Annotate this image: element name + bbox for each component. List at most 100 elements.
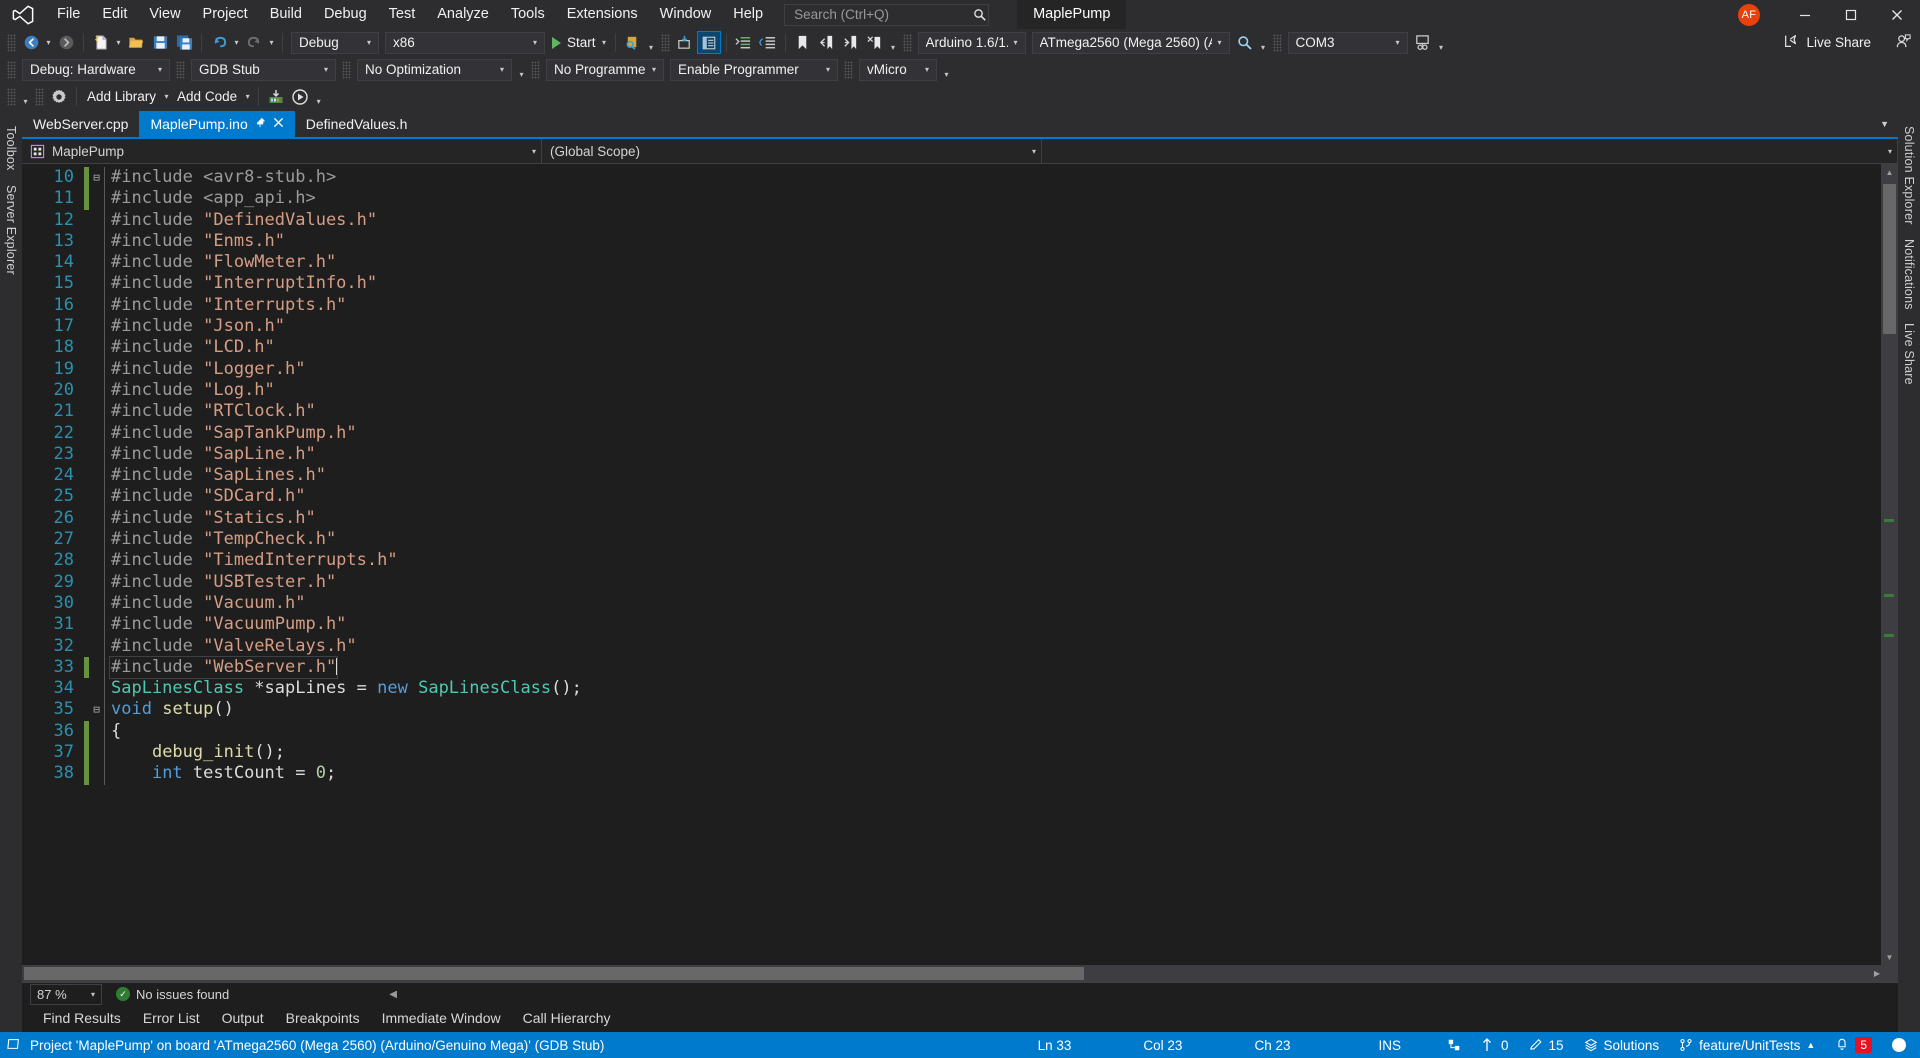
code-line[interactable]: 35 ⊟ void setup() xyxy=(22,699,1881,721)
collapse-icon[interactable]: ⊟ xyxy=(89,167,104,188)
toolbar-grip[interactable] xyxy=(902,33,912,52)
collapse-icon[interactable]: ⊟ xyxy=(89,699,104,720)
add-library-caret-icon[interactable]: ▾ xyxy=(161,85,172,108)
open-serial-icon[interactable] xyxy=(288,85,312,108)
close-icon[interactable] xyxy=(273,117,284,131)
menu-build[interactable]: Build xyxy=(259,0,313,29)
solution-platform-combo[interactable]: x86 ▾ xyxy=(385,31,545,54)
sidebar-item-toolbox[interactable]: Toolbox xyxy=(2,119,20,178)
panel-tab-error-list[interactable]: Error List xyxy=(132,1005,211,1032)
navbar-scope-combo[interactable]: (Global Scope) ▾ xyxy=(542,138,1042,164)
sidebar-item-server-explorer[interactable]: Server Explorer xyxy=(2,178,20,282)
previous-bookmark-icon[interactable] xyxy=(815,31,839,54)
toolbar-overflow-icon[interactable]: ▾ xyxy=(19,85,32,108)
code-line[interactable]: 20 #include "Log.h" xyxy=(22,379,1881,402)
code-line[interactable]: 10 ⊟ #include <avr8-stub.h> xyxy=(22,167,1881,189)
panel-tab-immediate-window[interactable]: Immediate Window xyxy=(371,1005,512,1032)
sidebar-item-live-share[interactable]: Live Share xyxy=(1900,316,1918,392)
code-line[interactable]: 37 debug_init(); xyxy=(22,742,1881,764)
new-file-caret-icon[interactable]: ▾ xyxy=(113,31,124,54)
document-tab-webserver-cpp[interactable]: WebServer.cpp xyxy=(22,111,140,137)
navigate-back-icon[interactable] xyxy=(19,31,43,54)
toolbar-grip[interactable] xyxy=(7,33,16,52)
panel-tab-output[interactable]: Output xyxy=(211,1005,275,1032)
code-line[interactable]: 18 #include "LCD.h" xyxy=(22,337,1881,359)
editor-horizontal-scrollbar[interactable]: ▶ xyxy=(22,965,1898,982)
menu-extensions[interactable]: Extensions xyxy=(556,0,649,29)
toolbar-grip[interactable] xyxy=(7,87,16,106)
enable-programmer-combo[interactable]: Enable Programmer ▾ xyxy=(670,58,838,81)
code-line[interactable]: 27 #include "TempCheck.h" xyxy=(22,529,1881,551)
toolbar-grip[interactable] xyxy=(531,60,540,79)
code-line[interactable]: 17 #include "Json.h" xyxy=(22,316,1881,338)
code-line[interactable]: 38 int testCount = 0; xyxy=(22,763,1881,785)
send-feedback-icon[interactable] xyxy=(1895,33,1912,53)
port-combo[interactable]: COM3 ▾ xyxy=(1287,31,1408,54)
notifications-button[interactable]: 5 xyxy=(1825,1037,1882,1053)
redo-icon[interactable] xyxy=(242,31,266,54)
toolbar-grip[interactable] xyxy=(1272,33,1282,52)
add-library-button[interactable]: Add Library xyxy=(82,85,161,108)
add-code-caret-icon[interactable]: ▾ xyxy=(242,85,253,108)
code-line[interactable]: 26 #include "Statics.h" xyxy=(22,507,1881,530)
outgoing-commits[interactable]: 0 xyxy=(1471,1038,1519,1053)
document-tab-maplepump-ino[interactable]: MaplePump.ino xyxy=(139,111,295,137)
code-line[interactable]: 25 #include "SDCard.h" xyxy=(22,486,1881,508)
programmer-combo[interactable]: No Programmer ( ▾ xyxy=(546,58,664,81)
code-line[interactable]: 29 #include "USBTester.h" xyxy=(22,571,1881,593)
code-line[interactable]: 36 { xyxy=(22,720,1881,743)
code-line[interactable]: 12 #include "DefinedValues.h" xyxy=(22,209,1881,231)
start-debug-button[interactable]: Start xyxy=(548,31,599,54)
next-bookmark-icon[interactable] xyxy=(839,31,863,54)
editor-vertical-scrollbar[interactable]: ▲ ▼ xyxy=(1881,164,1898,965)
code-line[interactable]: 32 #include "ValveRelays.h" xyxy=(22,635,1881,657)
decrease-indent-icon[interactable] xyxy=(756,31,780,54)
scrollbar-thumb[interactable] xyxy=(24,967,1084,980)
minimize-icon[interactable] xyxy=(1782,0,1828,29)
toolbar-overflow-icon[interactable]: ▾ xyxy=(940,58,953,81)
step-into-icon[interactable] xyxy=(673,31,697,54)
close-icon[interactable] xyxy=(1874,0,1920,29)
maximize-icon[interactable] xyxy=(1828,0,1874,29)
code-line[interactable]: 15 #include "InterruptInfo.h" xyxy=(22,273,1881,295)
code-line[interactable]: 14 #include "FlowMeter.h" xyxy=(22,252,1881,274)
settings-gear-icon[interactable] xyxy=(47,85,71,108)
solutions-button[interactable]: Solutions xyxy=(1574,1038,1670,1053)
code-line[interactable]: 28 #include "TimedInterrupts.h" xyxy=(22,550,1881,572)
menu-analyze[interactable]: Analyze xyxy=(426,0,500,29)
code-line[interactable]: 13 #include "Enms.h" xyxy=(22,230,1881,253)
mcu-search-icon[interactable] xyxy=(1233,31,1257,54)
clear-bookmarks-icon[interactable] xyxy=(863,31,887,54)
panel-tab-breakpoints[interactable]: Breakpoints xyxy=(275,1005,371,1032)
menu-project[interactable]: Project xyxy=(192,0,259,29)
live-share-button[interactable]: Live Share xyxy=(1783,33,1920,53)
chevron-down-icon[interactable]: ▼ xyxy=(1871,111,1898,137)
menu-test[interactable]: Test xyxy=(378,0,427,29)
code-editor[interactable]: 10 ⊟ #include <avr8-stub.h> 11 #include <app… xyxy=(22,164,1881,965)
menu-tools[interactable]: Tools xyxy=(500,0,556,29)
toolbar-overflow-icon[interactable]: ▾ xyxy=(887,31,900,54)
bookmark-icon[interactable] xyxy=(791,31,815,54)
code-line[interactable]: 31 #include "VacuumPump.h" xyxy=(22,614,1881,636)
pending-changes[interactable]: 15 xyxy=(1519,1038,1574,1053)
code-line[interactable]: 21 #include "RTClock.h" xyxy=(22,401,1881,423)
avatar[interactable]: AF xyxy=(1738,3,1760,26)
pin-icon[interactable] xyxy=(255,117,266,131)
redo-caret-icon[interactable]: ▾ xyxy=(266,31,277,54)
save-icon[interactable] xyxy=(148,31,172,54)
toolbar-overflow-icon[interactable]: ▾ xyxy=(645,31,658,54)
debug-mode-combo[interactable]: Debug: Hardware ▾ xyxy=(22,58,170,81)
code-line[interactable]: 23 #include "SapLine.h" xyxy=(22,443,1881,466)
toolbar-grip[interactable] xyxy=(176,60,185,79)
search-box[interactable] xyxy=(784,3,990,26)
code-line[interactable]: 22 #include "SapTankPump.h" xyxy=(22,422,1881,444)
code-line[interactable]: 30 #include "Vacuum.h" xyxy=(22,592,1881,615)
serial-monitor-icon[interactable] xyxy=(1411,31,1435,54)
toolbar-grip[interactable] xyxy=(844,60,853,79)
panel-tab-find-results[interactable]: Find Results xyxy=(32,1005,132,1032)
navbar-member-combo[interactable]: ▾ xyxy=(1042,138,1898,164)
optimization-combo[interactable]: No Optimization ▾ xyxy=(357,58,512,81)
toolbar-grip[interactable] xyxy=(7,60,16,79)
menu-view[interactable]: View xyxy=(138,0,191,29)
code-line[interactable]: 16 #include "Interrupts.h" xyxy=(22,294,1881,317)
